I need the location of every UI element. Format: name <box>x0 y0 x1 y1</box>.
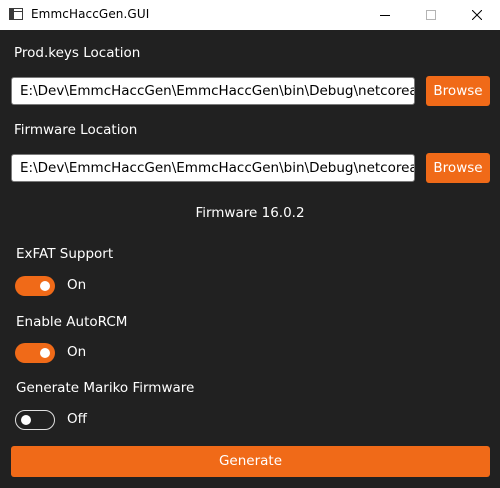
mariko-state: Off <box>67 411 87 427</box>
exfat-label: ExFAT Support <box>16 246 114 262</box>
close-button[interactable] <box>454 0 500 30</box>
close-icon <box>472 10 482 20</box>
maximize-button[interactable] <box>408 0 454 30</box>
autorcm-label: Enable AutoRCM <box>16 314 128 330</box>
main-panel: Prod.keys Location E:\Dev\EmmcHaccGen\Em… <box>0 30 500 488</box>
app-window-icon <box>9 8 23 20</box>
window-title: EmmcHaccGen.GUI <box>31 7 150 21</box>
mariko-toggle[interactable] <box>15 410 55 430</box>
exfat-toggle[interactable] <box>15 276 55 296</box>
generate-button[interactable]: Generate <box>11 446 490 477</box>
firmware-version-text: Firmware 16.0.2 <box>195 205 305 221</box>
title-bar: EmmcHaccGen.GUI <box>0 0 500 30</box>
firmware-path-input[interactable]: E:\Dev\EmmcHaccGen\EmmcHaccGen\bin\Debug… <box>11 154 415 182</box>
toggle-knob <box>40 281 50 291</box>
firmware-browse-button[interactable]: Browse <box>426 153 490 183</box>
prodkeys-browse-button[interactable]: Browse <box>426 76 490 106</box>
toggle-knob <box>21 415 31 425</box>
minimize-button[interactable] <box>362 0 408 30</box>
mariko-label: Generate Mariko Firmware <box>16 380 195 396</box>
prodkeys-path-input[interactable]: E:\Dev\EmmcHaccGen\EmmcHaccGen\bin\Debug… <box>11 77 415 105</box>
toggle-knob <box>40 348 50 358</box>
autorcm-state: On <box>67 344 87 360</box>
exfat-state: On <box>67 277 87 293</box>
prodkeys-label: Prod.keys Location <box>14 45 141 61</box>
firmware-label: Firmware Location <box>14 122 138 138</box>
autorcm-toggle[interactable] <box>15 343 55 363</box>
